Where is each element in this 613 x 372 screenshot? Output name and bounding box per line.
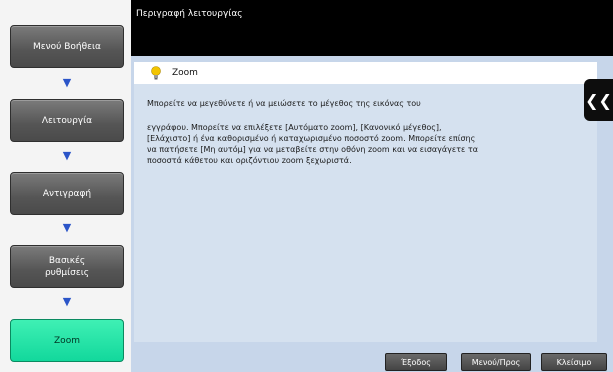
title-bar: Περιγραφή λειτουργίας bbox=[131, 0, 613, 56]
breadcrumb-panel: Μενού Βοήθεια ▼ Λειτουργία ▼ Αντιγραφή ▼… bbox=[0, 0, 131, 372]
breadcrumb-item-basic-settings[interactable]: Βασικές ρυθμίσεις bbox=[10, 245, 124, 288]
breadcrumb-item-help-menu[interactable]: Μενού Βοήθεια bbox=[10, 25, 124, 68]
description-paragraph: εγγράφου. Μπορείτε να επιλέξετε [Αυτόματ… bbox=[147, 123, 479, 165]
back-arrow-tab[interactable]: ❮❮ bbox=[584, 79, 613, 121]
exit-button-label: Έξοδος bbox=[401, 357, 431, 367]
close-button-label: Κλείσιμο bbox=[556, 357, 592, 367]
exit-button[interactable]: Έξοδος bbox=[385, 353, 447, 371]
breadcrumb-item-label: Μενού Βοήθεια bbox=[33, 41, 101, 52]
description-text: Μπορείτε να μεγεθύνετε ή να μειώσετε το … bbox=[147, 98, 587, 166]
menu-button[interactable]: Μενού/Προς bbox=[461, 353, 531, 371]
breadcrumb-item-label: Αντιγραφή bbox=[42, 188, 92, 199]
arrow-down-icon: ▼ bbox=[62, 295, 72, 308]
arrow-down-icon: ▼ bbox=[62, 76, 72, 89]
panel-title: Zoom bbox=[172, 68, 198, 78]
arrow-down-icon: ▼ bbox=[62, 149, 72, 162]
close-button[interactable]: Κλείσιμο bbox=[541, 353, 607, 371]
panel-header: Zoom bbox=[134, 62, 597, 84]
content-area: Zoom Μπορείτε να μεγεθύνετε ή να μειώσετ… bbox=[131, 56, 613, 351]
description-panel: Zoom Μπορείτε να μεγεθύνετε ή να μειώσετ… bbox=[134, 62, 597, 342]
breadcrumb-item-copy[interactable]: Αντιγραφή bbox=[10, 172, 124, 215]
lightbulb-icon bbox=[151, 66, 161, 80]
breadcrumb-item-function[interactable]: Λειτουργία bbox=[10, 99, 124, 142]
description-paragraph: Μπορείτε να μεγεθύνετε ή να μειώσετε το … bbox=[147, 99, 421, 108]
double-chevron-left-icon: ❮❮ bbox=[585, 90, 612, 110]
menu-button-label: Μενού/Προς bbox=[471, 357, 521, 367]
breadcrumb-item-label: Βασικές ρυθμίσεις bbox=[44, 255, 90, 278]
breadcrumb-item-label: Λειτουργία bbox=[41, 115, 93, 126]
breadcrumb-item-zoom[interactable]: Zoom bbox=[10, 319, 124, 362]
arrow-down-icon: ▼ bbox=[62, 221, 72, 234]
page-title: Περιγραφή λειτουργίας bbox=[136, 9, 243, 19]
breadcrumb-item-label: Zoom bbox=[54, 335, 80, 346]
